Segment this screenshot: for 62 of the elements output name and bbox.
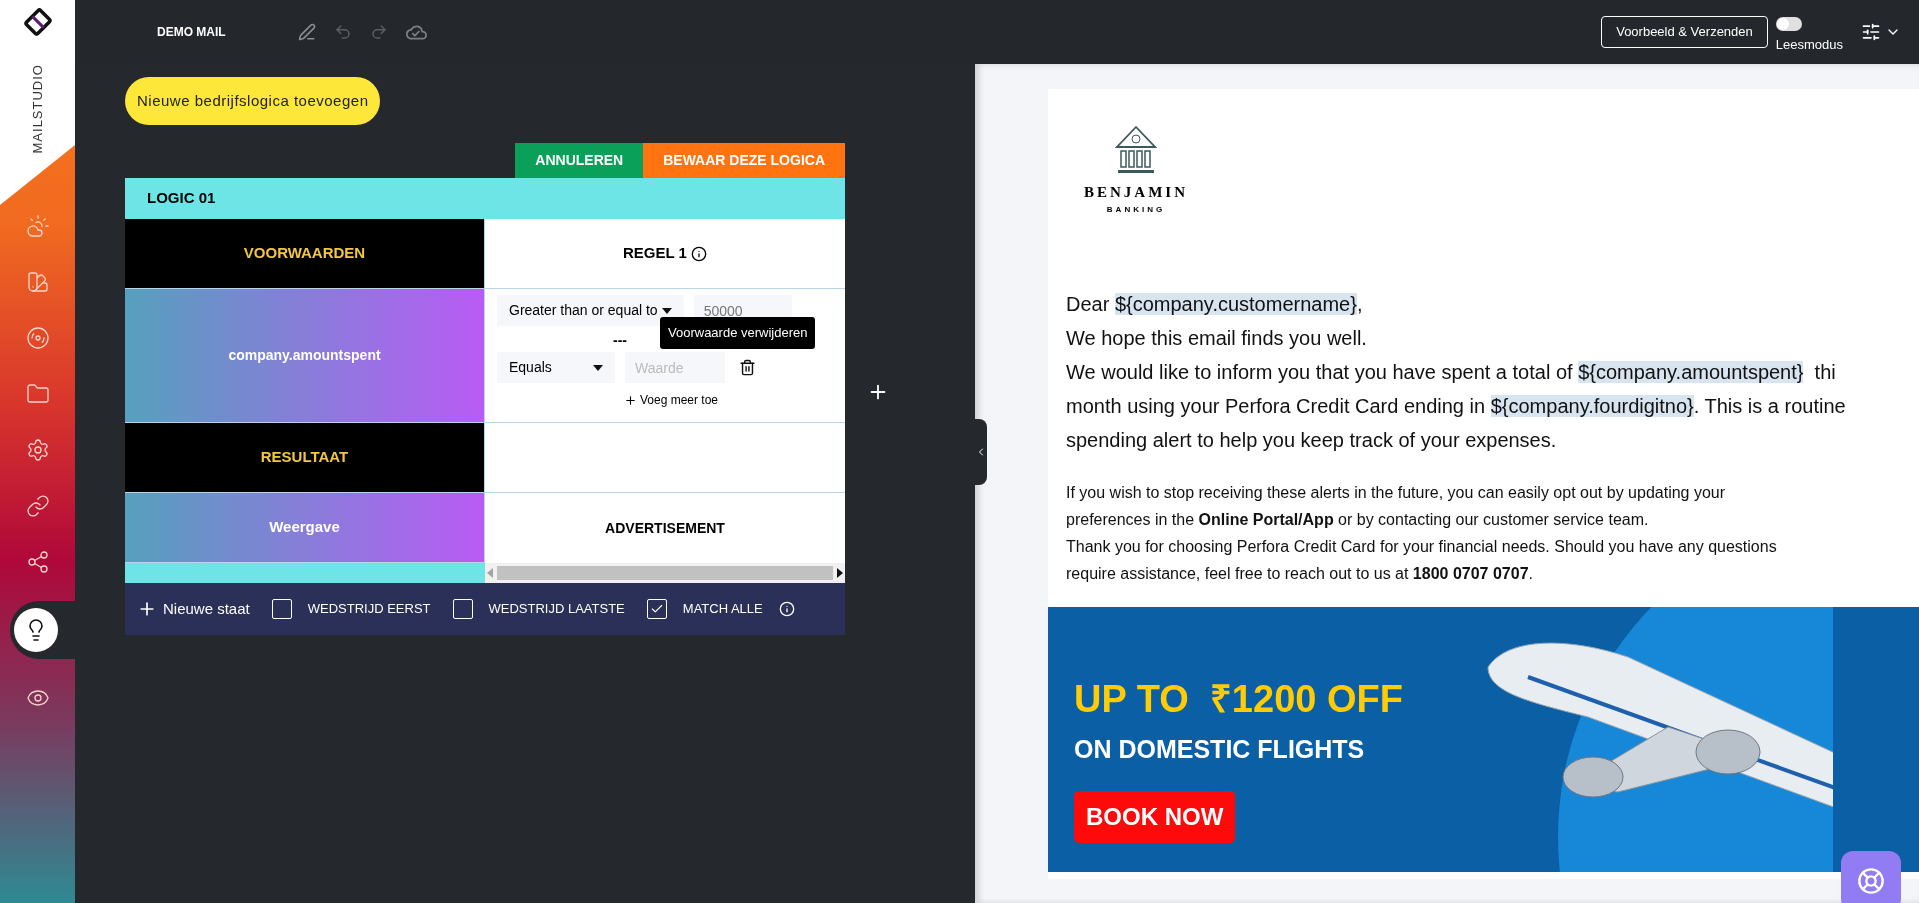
separator-text: --- — [613, 331, 627, 350]
nodes-icon — [25, 550, 50, 574]
rule-title: REGEL 1 — [623, 243, 687, 264]
banner-subline: ON DOMESTIC FLIGHTS — [1074, 734, 1366, 765]
email-text-line: We hope this email finds you well. — [1066, 326, 1368, 351]
value-field[interactable]: Waarde — [625, 352, 725, 383]
email-text-line: If you wish to stop receiving these alerts in the future, you can easily opt out by updating your — [1066, 483, 1727, 503]
collapse-handle[interactable] — [975, 419, 987, 485]
add-more-button[interactable]: Voeg meer toe — [623, 391, 719, 409]
lifebuoy-icon — [1857, 867, 1885, 895]
checkbox-label: WEDSTRIJD EERST — [307, 600, 431, 619]
disc-icon — [25, 326, 50, 350]
email-text-line: Dear ${company.customername}, — [1066, 292, 1364, 317]
plus-icon — [623, 393, 637, 407]
field-name: company.amountspent — [228, 346, 381, 365]
logo-tagline: BANKING — [1106, 203, 1166, 216]
preview-send-button[interactable]: Voorbeeld & Verzenden — [1601, 16, 1768, 48]
email-text-line: month using your Perfora Credit Card ending in ${company.fourdigitno}. This is a routine — [1066, 394, 1847, 419]
add-logic-button[interactable]: Nieuwe bedrijfslogica toevoegen — [125, 77, 381, 125]
document-title: DEMO MAIL — [157, 24, 226, 41]
result-label: RESULTAAT — [260, 447, 349, 468]
settings-icon — [25, 438, 50, 462]
checkbox[interactable] — [271, 599, 292, 619]
email-text-line: spending alert to help you keep track of your expenses. — [1066, 428, 1558, 453]
link-icon — [25, 494, 50, 518]
folder-icon — [25, 382, 50, 406]
new-state-button[interactable]: Nieuwe staat — [137, 597, 250, 621]
caret-icon — [661, 307, 672, 314]
checkbox[interactable] — [646, 599, 667, 619]
email-text-line: preferences in the Online Portal/App or by contacting our customer service team. — [1066, 510, 1650, 530]
checkbox-label: WEDSTRIJD LAATSTE — [488, 600, 625, 619]
horizontal-scrollbar[interactable] — [485, 563, 845, 583]
sliders-icon — [1861, 22, 1881, 42]
read-mode-toggle[interactable] — [1775, 17, 1802, 32]
caret-icon — [593, 364, 603, 371]
operator-select[interactable]: Equals — [497, 352, 615, 383]
checkbox[interactable] — [452, 599, 473, 619]
output-label: Weergave — [269, 517, 340, 538]
output-value: ADVERTISEMENT — [605, 518, 725, 538]
banner-headline: UP TO ₹1200 OFF — [1074, 677, 1403, 721]
scroll-right-icon[interactable] — [837, 568, 843, 578]
app-logo[interactable] — [23, 8, 52, 36]
swatch-icon — [25, 270, 50, 294]
read-mode-label: Leesmodus — [1775, 36, 1843, 55]
edit-button[interactable] — [297, 23, 316, 41]
cloud-sun-icon — [25, 214, 50, 238]
email-text-line: require assistance, feel free to reach out to us at 1800 0707 0707. — [1066, 564, 1534, 584]
email-text-line: Thank you for choosing Perfora Credit Card for your financial needs. Should you have any questions — [1066, 537, 1778, 557]
operator-select[interactable]: Greater than or equal to — [497, 295, 684, 326]
app-name: MAILSTUDIO — [28, 64, 46, 154]
tooltip: Voorwaarde verwijderen — [660, 317, 816, 349]
logic-title: LOGIC 01 — [147, 188, 216, 209]
email-text-line: We would like to inform you that you have spent a total of ${company.amountspent} thi — [1066, 360, 1837, 385]
info-icon[interactable] — [690, 245, 707, 262]
help-button[interactable] — [1841, 851, 1901, 903]
conditions-label: VOORWAARDEN — [243, 243, 366, 264]
delete-condition-button[interactable] — [739, 359, 756, 376]
check-icon — [649, 602, 664, 616]
logo-name: BENJAMIN — [1084, 183, 1188, 202]
sidebar-item[interactable] — [10, 601, 75, 659]
book-now-button[interactable]: BOOK NOW — [1074, 790, 1236, 843]
checkbox-label: MATCH ALLE — [682, 600, 763, 619]
